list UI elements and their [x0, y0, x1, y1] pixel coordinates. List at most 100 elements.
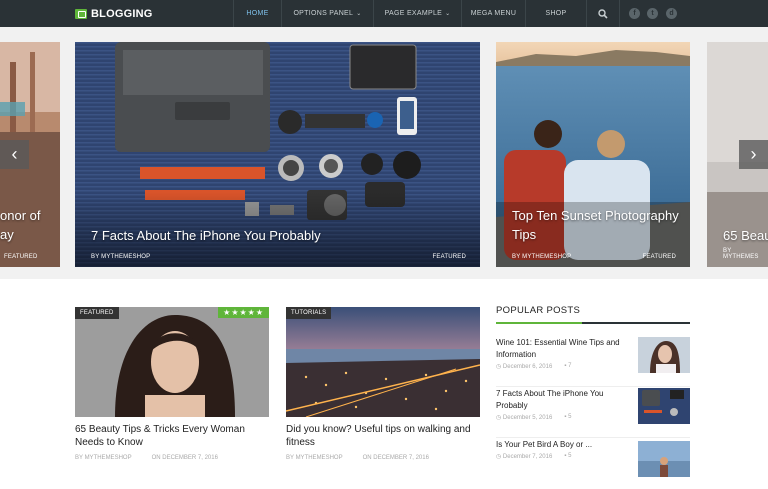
menu-label: SHOP [545, 10, 567, 17]
post-date: December 6, 2016 [502, 364, 553, 370]
slide-second[interactable]: Top Ten Sunset Photography Tips BY MYTHE… [496, 42, 690, 267]
slide-category: FEATURED [642, 254, 676, 260]
chevron-right-icon: › [750, 144, 757, 164]
popular-post-title[interactable]: Is Your Pet Bird A Boy or ... [496, 439, 628, 451]
dribbble-glyph: d [669, 10, 674, 17]
slide-title: 65 Beau [723, 228, 768, 243]
chevron-down-icon: ⌄ [445, 11, 451, 17]
post-date-wrap: ◷ December 6, 2016 [496, 363, 552, 370]
popular-posts-widget: POPULAR POSTS Wine 101: Essential Wine T… [496, 305, 690, 477]
menu-label: PAGE EXAMPLE [384, 10, 443, 17]
divider [496, 386, 690, 387]
slide-meta: BY MYTHEMESHOP FEATURED [512, 254, 676, 260]
popular-post-item[interactable]: Wine 101: Essential Wine Tips and Inform… [496, 337, 690, 387]
slide-category: FEATURED [4, 254, 38, 260]
post-date-wrap: ◷ December 7, 2016 [496, 453, 552, 460]
post-date: ON DECEMBER 7, 2016 [362, 455, 429, 461]
post-date: December 7, 2016 [502, 454, 553, 460]
clock-icon: ◷ [496, 364, 502, 370]
popular-post-item[interactable]: Is Your Pet Bird A Boy or ... ◷ December… [496, 439, 690, 489]
thumbnail-image [638, 337, 690, 373]
site-logo[interactable]: BLOGGING [75, 6, 153, 21]
blog-logo-icon [75, 8, 87, 19]
top-navbar: BLOGGING HOME OPTIONS PANEL ⌄ PAGE EXAMPL… [0, 0, 768, 27]
post-title[interactable]: 65 Beauty Tips & Tricks Every Woman Need… [75, 423, 269, 449]
category-badge[interactable]: FEATURED [75, 307, 119, 319]
post-title[interactable]: Did you know? Useful tips on walking and… [286, 423, 480, 449]
popular-post-thumbnail[interactable] [638, 388, 690, 424]
clock-icon: ◷ [496, 415, 502, 421]
popular-post-meta: ◷ December 5, 2016 ▪ 5 [496, 414, 571, 421]
post-card: FEATURED ★★★★★ 65 Beauty Tips & Tricks E… [75, 307, 269, 461]
main-menu: HOME OPTIONS PANEL ⌄ PAGE EXAMPLE ⌄ MEGA M… [233, 0, 586, 27]
slide-author: BY MYTHEMESHOP [91, 254, 151, 260]
comment-icon: ▪ [564, 363, 567, 369]
popular-post-thumbnail[interactable] [638, 337, 690, 373]
menu-label: OPTIONS PANEL [293, 10, 354, 17]
thumbnail-image [638, 441, 690, 477]
category-badge[interactable]: TUTORIALS [286, 307, 332, 319]
chevron-left-icon: ‹ [11, 144, 18, 164]
twitter-glyph: t [651, 10, 654, 17]
popular-post-meta: ◷ December 7, 2016 ▪ 5 [496, 453, 571, 460]
comments-wrap: ▪ 5 [564, 453, 571, 460]
facebook-glyph: f [633, 10, 636, 17]
slide-main[interactable]: 7 Facts About The iPhone You Probably BY… [75, 42, 480, 267]
comments-wrap: ▪ 7 [564, 363, 571, 370]
slide-title[interactable]: 7 Facts About The iPhone You Probably [91, 226, 321, 245]
comment-count: 5 [568, 414, 572, 420]
search-icon [598, 8, 608, 19]
post-card: TUTORIALS Did you know? Useful tips on w… [286, 307, 480, 461]
menu-item-shop[interactable]: SHOP [525, 0, 586, 27]
popular-post-title[interactable]: 7 Facts About The iPhone You Probably [496, 388, 628, 412]
post-thumbnail[interactable]: FEATURED ★★★★★ [75, 307, 269, 417]
widget-title-underline [496, 322, 690, 324]
post-meta: BY MYTHEMESHOP ON DECEMBER 7, 2016 [286, 455, 480, 461]
popular-post-item[interactable]: 7 Facts About The iPhone You Probably ◷ … [496, 388, 690, 438]
post-image [75, 307, 269, 417]
widget-title-accent [496, 322, 582, 324]
menu-item-home[interactable]: HOME [233, 0, 281, 27]
clock-icon: ◷ [496, 454, 502, 460]
post-meta: BY MYTHEMESHOP ON DECEMBER 7, 2016 [75, 455, 269, 461]
post-author: BY MYTHEMESHOP [75, 455, 132, 461]
slide-author: BY MYTHEMESHOP [512, 254, 572, 260]
facebook-icon[interactable]: f [629, 8, 640, 19]
slide-author: BY MYTHEMES [723, 248, 759, 260]
menu-item-page-example[interactable]: PAGE EXAMPLE ⌄ [373, 0, 461, 27]
post-date-wrap: ◷ December 5, 2016 [496, 414, 552, 421]
post-author: BY MYTHEMESHOP [286, 455, 343, 461]
slide-title: onor of ay [0, 208, 41, 242]
rating-stars: ★★★★★ [218, 307, 269, 318]
post-date: ON DECEMBER 7, 2016 [151, 455, 218, 461]
slide-meta: FEATURED [4, 254, 60, 260]
menu-label: HOME [246, 10, 269, 17]
search-button[interactable] [586, 0, 620, 27]
comments-wrap: ▪ 5 [564, 414, 571, 421]
divider [496, 437, 690, 438]
popular-post-meta: ◷ December 6, 2016 ▪ 7 [496, 363, 571, 370]
thumbnail-image [638, 388, 690, 424]
widget-title: POPULAR POSTS [496, 305, 581, 316]
comment-count: 5 [568, 453, 572, 459]
post-thumbnail[interactable]: TUTORIALS [286, 307, 480, 417]
comment-icon: ▪ [564, 453, 567, 459]
menu-label: MEGA MENU [470, 10, 517, 17]
menu-item-options-panel[interactable]: OPTIONS PANEL ⌄ [281, 0, 373, 27]
dribbble-icon[interactable]: d [666, 8, 677, 19]
comment-count: 7 [568, 363, 572, 369]
comment-icon: ▪ [564, 414, 567, 420]
slider-next-button[interactable]: › [739, 140, 768, 169]
site-name: BLOGGING [91, 7, 153, 20]
slide-title[interactable]: Top Ten Sunset Photography Tips [512, 206, 688, 244]
slider-prev-button[interactable]: ‹ [0, 140, 29, 169]
post-date: December 5, 2016 [502, 415, 553, 421]
popular-post-title[interactable]: Wine 101: Essential Wine Tips and Inform… [496, 337, 628, 361]
popular-post-thumbnail[interactable] [638, 441, 690, 477]
twitter-icon[interactable]: t [647, 8, 658, 19]
menu-item-mega-menu[interactable]: MEGA MENU [461, 0, 525, 27]
post-image [286, 307, 480, 417]
slide-meta: BY MYTHEMES [723, 248, 758, 260]
slide-category: FEATURED [432, 254, 466, 260]
chevron-down-icon: ⌄ [356, 11, 362, 17]
